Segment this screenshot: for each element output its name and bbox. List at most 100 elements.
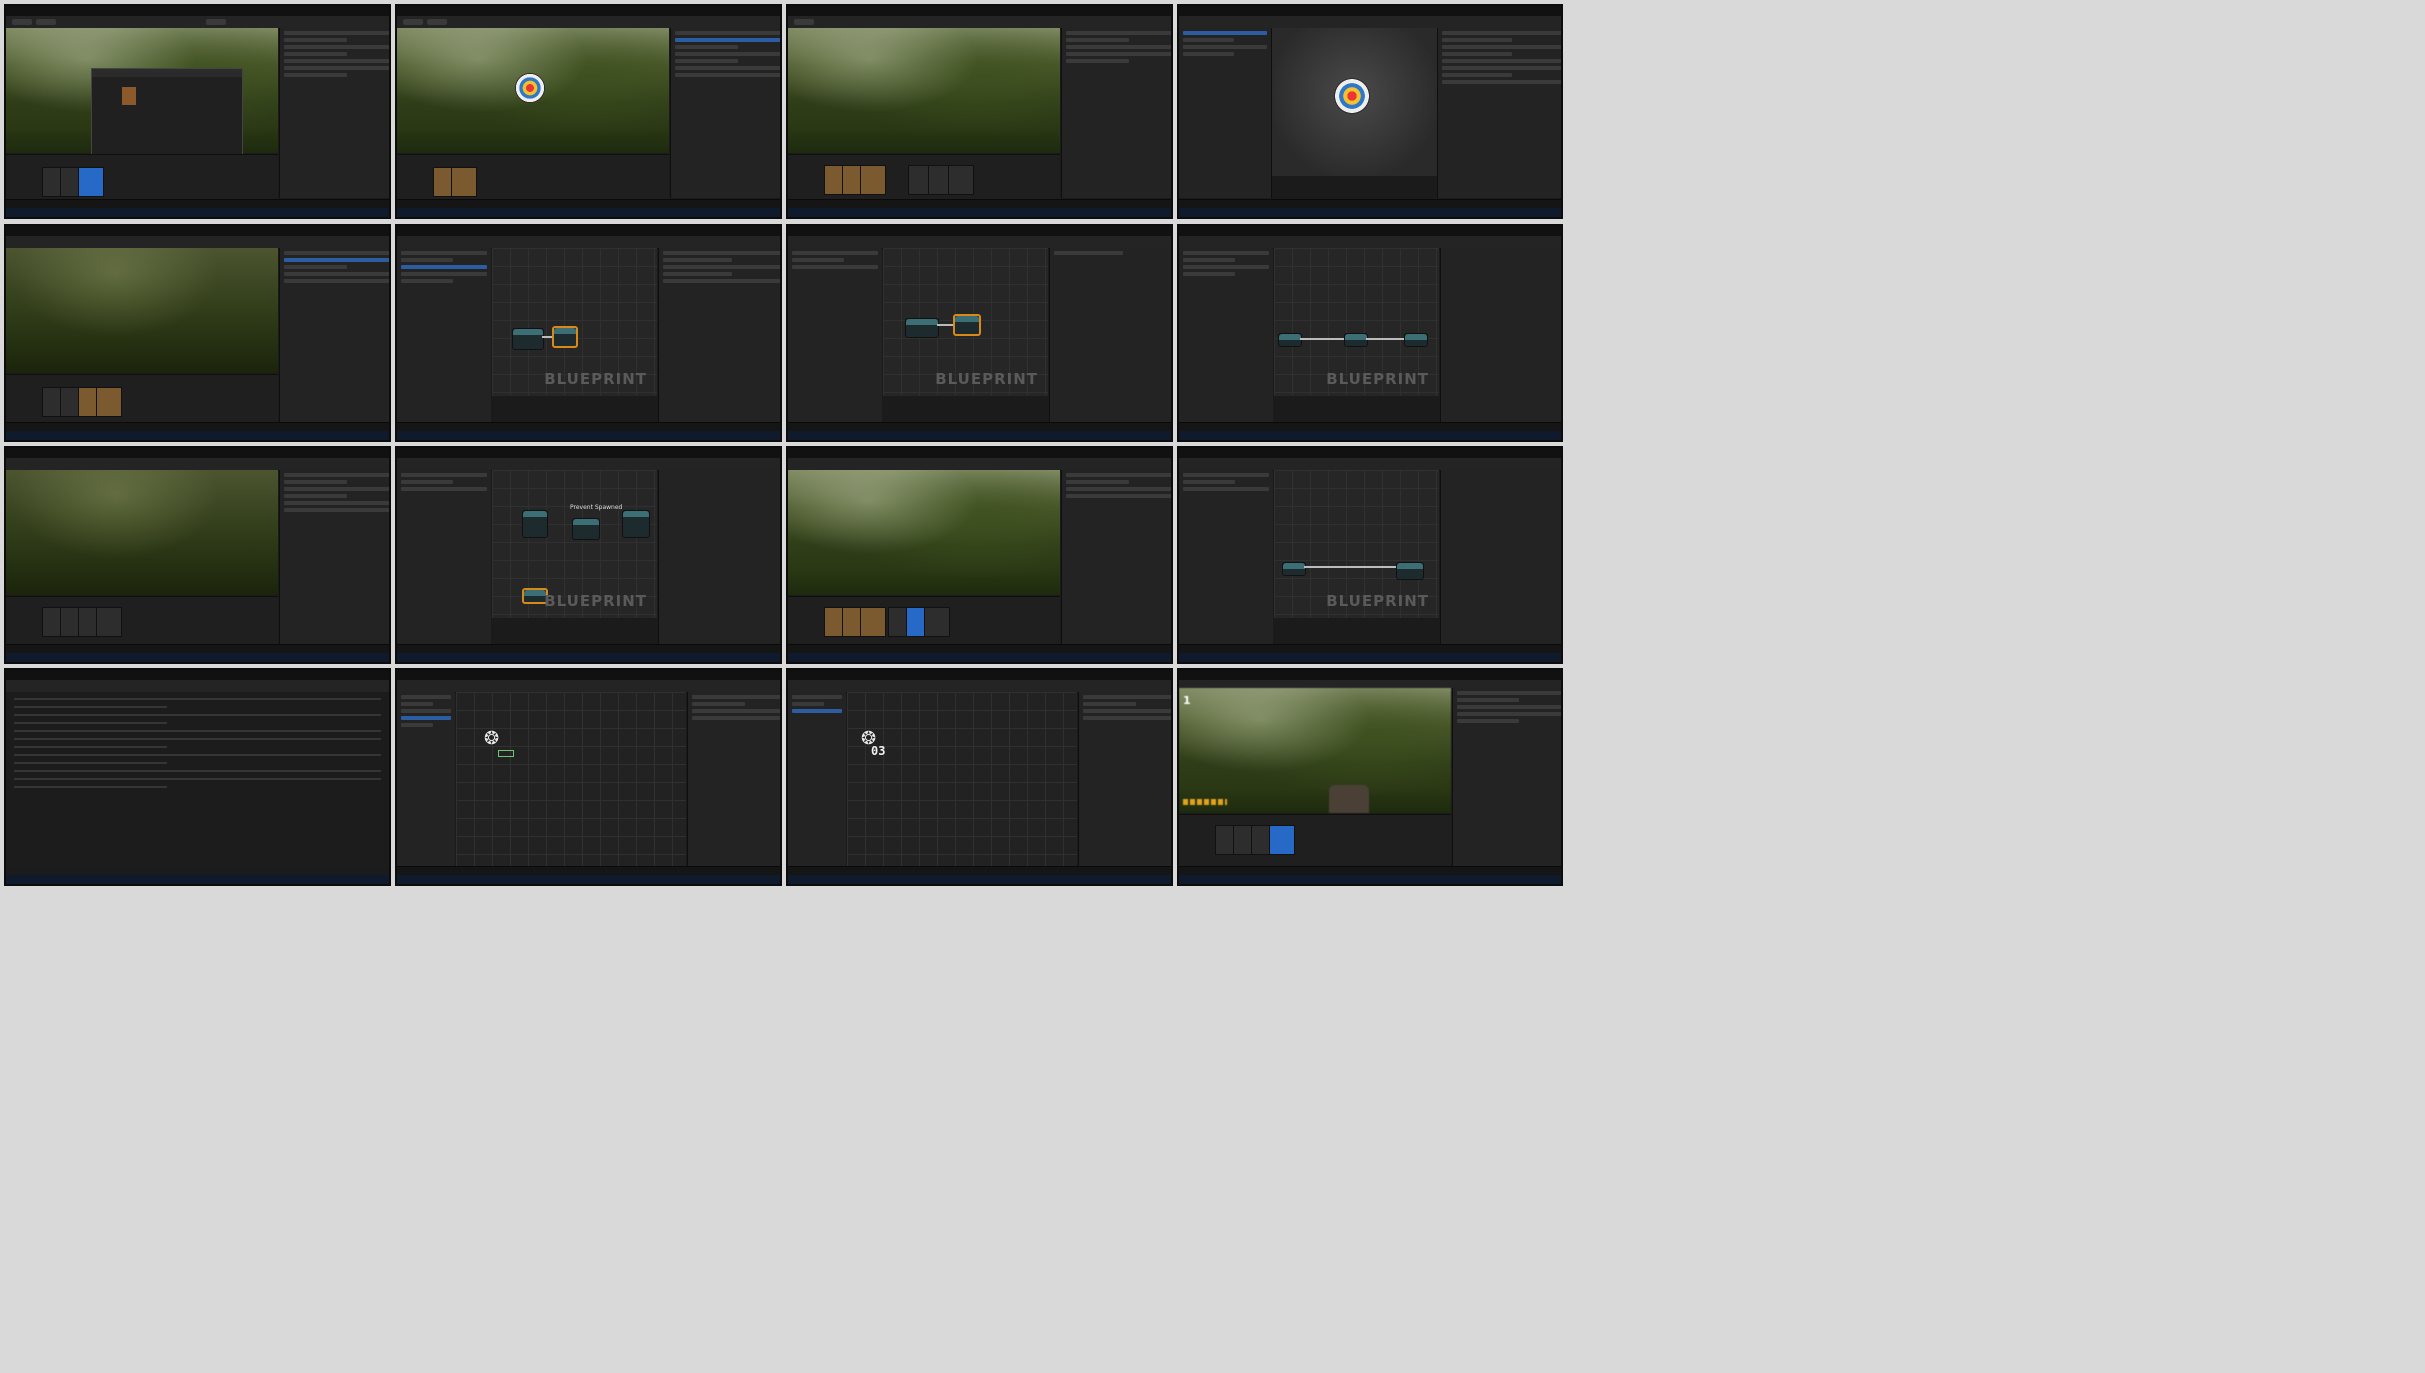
level-viewport[interactable] — [397, 28, 669, 153]
menu-bar[interactable] — [6, 226, 389, 236]
menu-bar[interactable] — [1179, 226, 1561, 236]
event-graph[interactable]: Prevent Spawned BLUEPRINT — [492, 470, 657, 618]
event-graph[interactable]: BLUEPRINT — [1274, 248, 1439, 396]
level-viewport[interactable] — [788, 470, 1060, 595]
file-dialog[interactable] — [91, 68, 243, 162]
menu-bar[interactable] — [788, 448, 1171, 458]
event-graph[interactable]: BLUEPRINT — [492, 248, 657, 396]
tile-8-blueprint: BLUEPRINT — [1177, 224, 1563, 442]
os-taskbar[interactable] — [788, 653, 1171, 662]
outliner-panel[interactable] — [279, 28, 389, 198]
game-viewport[interactable]: 1 — [1179, 688, 1451, 813]
tile-9-editor — [4, 446, 391, 664]
gear-icon[interactable]: ❂ — [484, 728, 499, 749]
event-graph[interactable]: BLUEPRINT — [883, 248, 1048, 396]
outliner-panel[interactable] — [1452, 688, 1561, 867]
tile-7-blueprint: BLUEPRINT — [786, 224, 1173, 442]
menu-bar[interactable] — [6, 448, 389, 458]
menu-bar[interactable] — [1179, 448, 1561, 458]
blueprint-watermark: BLUEPRINT — [544, 370, 647, 388]
palette-panel[interactable] — [397, 692, 455, 867]
os-taskbar[interactable] — [1179, 208, 1561, 217]
menu-bar[interactable] — [6, 6, 389, 16]
outliner-panel[interactable] — [1061, 28, 1171, 198]
designer-canvas[interactable]: ❂ — [456, 692, 686, 867]
level-viewport[interactable] — [6, 470, 278, 595]
status-bar — [788, 199, 1171, 208]
content-browser[interactable] — [6, 154, 278, 199]
menu-bar[interactable] — [788, 670, 1171, 680]
ammo-count-text[interactable]: 03 — [871, 744, 885, 758]
designer-canvas[interactable]: ❂ 03 — [847, 692, 1077, 867]
settings-list[interactable] — [6, 692, 389, 867]
os-taskbar[interactable] — [397, 653, 780, 662]
menu-bar[interactable] — [397, 6, 780, 16]
os-taskbar[interactable] — [788, 431, 1171, 440]
tile-16-play-in-editor: 1 — [1177, 668, 1563, 886]
details-panel[interactable] — [1437, 28, 1561, 198]
tile-6-blueprint: BLUEPRINT — [395, 224, 782, 442]
content-browser[interactable] — [788, 154, 1060, 199]
os-taskbar[interactable] — [1179, 653, 1561, 662]
content-browser[interactable] — [397, 154, 669, 199]
ammo-bar — [1183, 799, 1227, 805]
details-panel[interactable] — [279, 470, 389, 645]
content-browser[interactable] — [788, 596, 1060, 646]
status-bar — [1179, 422, 1561, 431]
details-panel[interactable] — [658, 248, 780, 423]
my-blueprint-panel[interactable] — [397, 248, 491, 423]
os-taskbar[interactable] — [6, 653, 389, 662]
my-blueprint-panel[interactable] — [1179, 248, 1273, 423]
event-graph[interactable]: BLUEPRINT — [1274, 470, 1439, 618]
menu-bar[interactable] — [397, 670, 780, 680]
content-browser[interactable] — [6, 374, 278, 424]
status-bar — [1179, 866, 1561, 875]
asset-preview-viewport[interactable] — [1272, 28, 1437, 176]
content-browser[interactable] — [1179, 814, 1451, 868]
menu-bar[interactable] — [397, 448, 780, 458]
my-blueprint-panel[interactable] — [397, 470, 491, 645]
content-browser[interactable] — [6, 596, 278, 646]
os-taskbar[interactable] — [6, 431, 389, 440]
blueprint-watermark: BLUEPRINT — [935, 370, 1038, 388]
details-panel[interactable] — [658, 470, 780, 645]
menu-bar[interactable] — [788, 6, 1171, 16]
os-taskbar[interactable] — [6, 208, 389, 217]
details-panel[interactable] — [1440, 470, 1561, 645]
level-viewport[interactable] — [6, 248, 278, 373]
status-bar — [788, 644, 1171, 653]
menu-bar[interactable] — [1179, 6, 1561, 16]
details-panel[interactable] — [1061, 470, 1171, 645]
outliner-panel[interactable] — [279, 248, 389, 423]
menu-bar[interactable] — [788, 226, 1171, 236]
ammo-widget[interactable] — [498, 750, 514, 757]
blueprint-watermark: BLUEPRINT — [544, 592, 647, 610]
os-taskbar[interactable] — [397, 208, 780, 217]
status-bar — [397, 644, 780, 653]
os-taskbar[interactable] — [1179, 431, 1561, 440]
os-taskbar[interactable] — [397, 875, 780, 884]
details-panel[interactable] — [670, 28, 780, 198]
level-viewport[interactable] — [788, 28, 1060, 153]
comment-box-title: Prevent Spawned — [570, 504, 623, 511]
my-blueprint-panel[interactable] — [788, 248, 882, 423]
texture-thumbnail[interactable] — [122, 87, 136, 105]
os-taskbar[interactable] — [1179, 875, 1561, 884]
my-blueprint-panel[interactable] — [1179, 470, 1273, 645]
os-taskbar[interactable] — [788, 875, 1171, 884]
archery-target-icon[interactable] — [515, 73, 545, 103]
components-panel[interactable] — [1179, 28, 1272, 198]
menu-bar[interactable] — [397, 226, 780, 236]
menu-bar[interactable] — [6, 670, 389, 680]
archery-target-icon[interactable] — [1334, 78, 1370, 114]
details-panel[interactable] — [1440, 248, 1561, 423]
details-panel[interactable] — [1078, 692, 1171, 867]
os-taskbar[interactable] — [6, 875, 389, 884]
os-taskbar[interactable] — [788, 208, 1171, 217]
menu-bar[interactable] — [1179, 670, 1561, 680]
details-panel[interactable] — [687, 692, 780, 867]
os-taskbar[interactable] — [397, 431, 780, 440]
hud-number: 1 — [1183, 694, 1191, 707]
details-panel[interactable] — [1049, 248, 1171, 423]
palette-panel[interactable] — [788, 692, 846, 867]
